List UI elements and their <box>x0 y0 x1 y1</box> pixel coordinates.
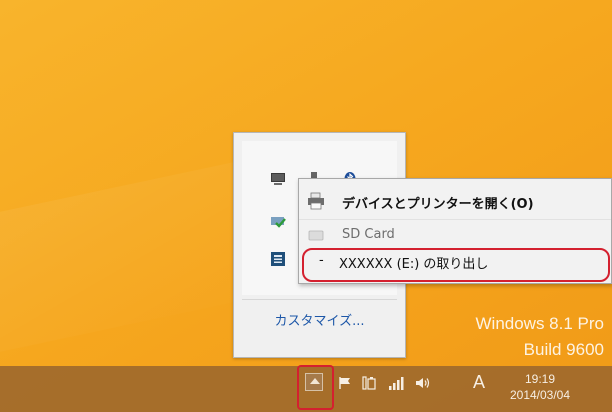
eject-item-highlight <box>302 248 610 282</box>
panel-divider <box>242 299 397 300</box>
taskbar-clock[interactable]: 19:19 2014/03/04 <box>505 371 575 403</box>
sd-card-header: SD Card <box>299 223 612 247</box>
flag-icon[interactable] <box>338 376 354 390</box>
tray-button-highlight <box>297 365 334 410</box>
network-icon[interactable] <box>388 375 406 391</box>
security-check-icon[interactable] <box>270 213 286 229</box>
open-devices-and-printers-item[interactable]: デバイスとプリンターを開く(O) <box>299 185 612 217</box>
windows-build-watermark: Build 9600 <box>523 340 604 359</box>
app-icon[interactable] <box>270 251 286 267</box>
volume-icon[interactable] <box>414 375 432 391</box>
monitor-icon[interactable] <box>270 171 286 187</box>
customize-link[interactable]: カスタマイズ... <box>234 310 405 329</box>
printer-icon <box>308 192 324 210</box>
power-icon[interactable] <box>361 375 377 391</box>
windows-edition-watermark: Windows 8.1 Pro <box>475 314 605 333</box>
open-devices-label: デバイスとプリンターを開く(O) <box>342 197 534 212</box>
clock-date: 2014/03/04 <box>509 388 571 402</box>
menu-separator <box>299 219 611 220</box>
ime-mode-indicator[interactable]: A <box>473 372 485 393</box>
sd-card-label: SD Card <box>342 227 395 242</box>
clock-time: 19:19 <box>524 372 556 386</box>
sd-card-icon <box>308 230 324 241</box>
